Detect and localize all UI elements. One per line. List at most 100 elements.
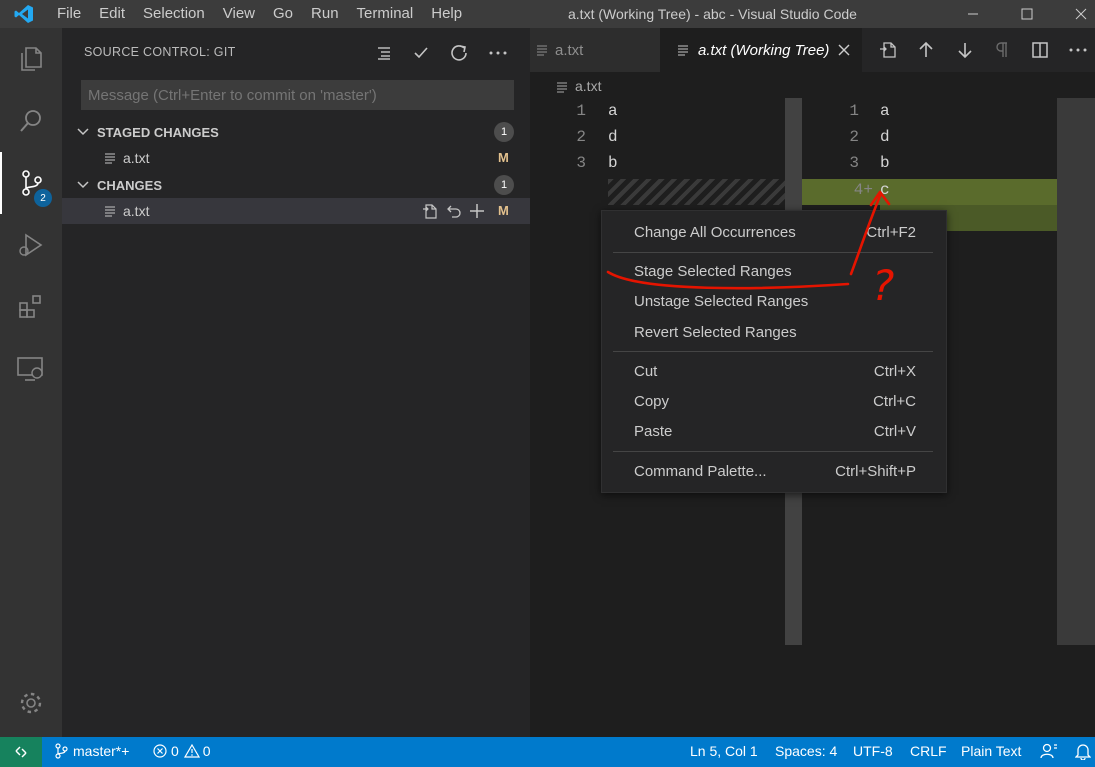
- line-number: 3: [576, 154, 586, 172]
- tab-a-txt[interactable]: a.txt: [530, 28, 660, 72]
- menu-go[interactable]: Go: [264, 0, 302, 28]
- stage-changes-icon[interactable]: [466, 200, 488, 222]
- status-bar: master*+ 0 0 Ln 5, Col 1 Spaces: 4 UTF-8…: [0, 737, 1095, 767]
- maximize-button[interactable]: [1004, 0, 1050, 28]
- discard-changes-icon[interactable]: [443, 200, 465, 222]
- code-line: b: [880, 154, 890, 172]
- menu-edit[interactable]: Edit: [90, 0, 134, 28]
- menu-item-shortcut: Ctrl+Shift+P: [835, 463, 916, 480]
- close-window-button[interactable]: [1058, 0, 1095, 28]
- refresh-icon[interactable]: [446, 40, 472, 66]
- right-scrollbar[interactable]: [1057, 98, 1095, 645]
- scm-badge: 2: [34, 189, 52, 207]
- tab-label: a.txt: [555, 41, 584, 59]
- line-number: 1: [849, 102, 859, 120]
- line-number: 1: [576, 102, 586, 120]
- cursor-position[interactable]: Ln 5, Col 1: [690, 743, 758, 759]
- menu-item-shortcut: Ctrl+F2: [866, 224, 916, 241]
- open-file-icon[interactable]: [876, 38, 900, 62]
- breadcrumb-file[interactable]: a.txt: [575, 78, 601, 94]
- menu-run[interactable]: Run: [302, 0, 348, 28]
- minimize-button[interactable]: [950, 0, 996, 28]
- menu-copy[interactable]: Copy Ctrl+C: [602, 388, 948, 416]
- menu-revert-selected-ranges[interactable]: Revert Selected Ranges: [602, 319, 948, 347]
- line-number: 3: [849, 154, 859, 172]
- encoding[interactable]: UTF-8: [853, 743, 893, 759]
- branch-name: master*+: [73, 743, 130, 759]
- text-file-icon: [105, 153, 115, 164]
- git-branch-icon: [55, 743, 68, 759]
- chevron-down-icon: [77, 181, 89, 189]
- menu-paste[interactable]: Paste Ctrl+V: [602, 418, 948, 446]
- more-actions-icon[interactable]: [485, 40, 511, 66]
- tab-a-txt-working-tree[interactable]: a.txt (Working Tree): [660, 28, 862, 72]
- code-line: b: [608, 154, 618, 172]
- changed-file-row[interactable]: a.txt M: [62, 198, 530, 224]
- code-line: c: [880, 181, 890, 199]
- split-editor-icon[interactable]: [1028, 38, 1052, 62]
- menu-cut[interactable]: Cut Ctrl+X: [602, 358, 948, 386]
- menu-change-all-occurrences[interactable]: Change All Occurrences Ctrl+F2: [602, 219, 948, 247]
- changed-file-status: M: [498, 203, 509, 218]
- error-icon: [153, 744, 167, 758]
- text-file-icon: [105, 206, 115, 217]
- search-icon[interactable]: [0, 90, 62, 152]
- menu-view[interactable]: View: [214, 0, 264, 28]
- previous-change-icon[interactable]: [914, 38, 938, 62]
- code-line: a: [608, 102, 618, 120]
- notifications-bell-icon[interactable]: [1075, 742, 1091, 760]
- commit-check-icon[interactable]: [408, 40, 434, 66]
- code-line: d: [608, 128, 618, 146]
- menu-selection[interactable]: Selection: [134, 0, 214, 28]
- window-title: a.txt (Working Tree) - abc - Visual Stud…: [568, 6, 857, 22]
- context-menu: Change All Occurrences Ctrl+F2 Stage Sel…: [601, 210, 947, 493]
- next-change-icon[interactable]: [953, 38, 977, 62]
- extensions-icon[interactable]: [0, 276, 62, 338]
- indentation[interactable]: Spaces: 4: [775, 743, 837, 759]
- warning-count: 0: [202, 743, 211, 759]
- settings-gear-icon[interactable]: [0, 672, 62, 734]
- branch-indicator[interactable]: master*+: [54, 743, 129, 759]
- commit-message-input[interactable]: [81, 80, 514, 110]
- line-number: 2: [849, 128, 859, 146]
- menu-unstage-selected-ranges[interactable]: Unstage Selected Ranges: [602, 288, 948, 316]
- more-actions-icon[interactable]: [1066, 38, 1090, 62]
- menu-separator: [613, 451, 933, 452]
- remote-explorer-icon[interactable]: [0, 338, 62, 400]
- diff-placeholder-region: [608, 179, 785, 205]
- menu-item-shortcut: Ctrl+V: [873, 423, 916, 440]
- explorer-icon[interactable]: [0, 28, 62, 90]
- menu-file[interactable]: File: [48, 0, 90, 28]
- code-line: d: [880, 128, 890, 146]
- source-control-icon[interactable]: 2: [0, 152, 62, 214]
- changes-group[interactable]: CHANGES 1: [62, 172, 530, 198]
- menu-item-label: Stage Selected Ranges: [634, 263, 792, 280]
- end-of-line[interactable]: CRLF: [910, 743, 947, 759]
- title-bar: File Edit Selection View Go Run Terminal…: [0, 0, 1095, 28]
- open-file-icon[interactable]: [419, 200, 441, 222]
- text-file-icon: [678, 45, 688, 56]
- close-tab-icon[interactable]: [838, 44, 850, 56]
- menu-terminal[interactable]: Terminal: [348, 0, 423, 28]
- staged-changes-group[interactable]: STAGED CHANGES 1: [62, 119, 530, 145]
- menu-command-palette[interactable]: Command Palette... Ctrl+Shift+P: [602, 458, 948, 486]
- changed-file-name: a.txt: [123, 203, 150, 219]
- menu-item-label: Copy: [634, 393, 670, 410]
- vscode-logo-icon: [0, 0, 48, 28]
- language-mode[interactable]: Plain Text: [961, 743, 1021, 759]
- error-count: 0: [171, 743, 179, 759]
- staged-file-row[interactable]: a.txt M: [62, 145, 530, 171]
- problems-indicator[interactable]: 0 0: [153, 743, 211, 759]
- show-whitespace-icon[interactable]: [990, 38, 1014, 62]
- feedback-icon[interactable]: [1040, 742, 1058, 760]
- view-as-tree-icon[interactable]: [371, 40, 397, 66]
- menu-bar: File Edit Selection View Go Run Terminal…: [48, 0, 471, 28]
- menu-stage-selected-ranges[interactable]: Stage Selected Ranges: [602, 258, 948, 286]
- menu-help[interactable]: Help: [422, 0, 471, 28]
- menu-item-label: Change All Occurrences: [634, 224, 796, 241]
- activity-bar: 2: [0, 28, 62, 737]
- menu-item-label: Cut: [634, 363, 658, 380]
- changes-label: CHANGES: [97, 177, 163, 193]
- run-debug-icon[interactable]: [0, 214, 62, 276]
- remote-indicator-icon[interactable]: [0, 737, 42, 767]
